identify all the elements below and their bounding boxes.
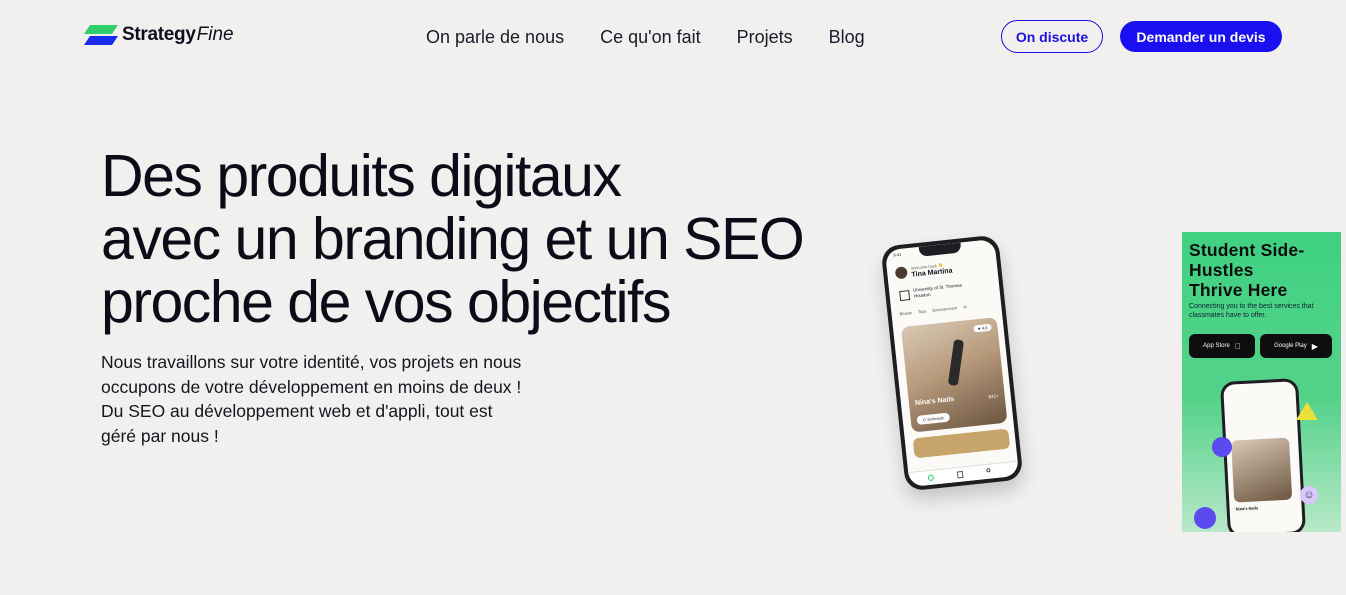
logo-text-strong: Strategy — [122, 24, 196, 45]
hero-subtext: Nous travaillons sur votre identité, vos… — [101, 350, 571, 448]
phone-tab: M — [963, 304, 967, 310]
subtext-line: géré par nous ! — [101, 425, 219, 446]
phone-tab-bar-icons — [927, 468, 991, 481]
nav-link-blog[interactable]: Blog — [829, 27, 865, 48]
phone-time: 9:41 — [893, 251, 902, 258]
phone-tab-bar — [908, 460, 1020, 488]
subtext-line: occupons de votre développement en moins… — [101, 376, 522, 397]
phone-tab: Tops — [917, 308, 927, 315]
nav-link-ce-qu-on-fait[interactable]: Ce qu'on fait — [600, 27, 701, 48]
avatar — [894, 266, 908, 280]
sticker-icon — [1212, 437, 1232, 457]
logo-mark-icon — [84, 25, 118, 45]
ad-phone-card — [1231, 437, 1293, 503]
phone-card-rating: ★ 4.8 — [972, 323, 992, 333]
ad-title-line: Hustles — [1189, 260, 1254, 280]
subtext-line: Du SEO au développement web et d'appli, … — [101, 401, 493, 421]
apple-icon:  — [1235, 342, 1241, 351]
logo[interactable]: Strategy Fine — [84, 24, 234, 46]
phone-card-title: Nina's Nails — [914, 395, 955, 408]
sticker-icon — [1194, 507, 1216, 529]
ad-subtitle: Connecting you to the best services that… — [1189, 302, 1337, 320]
main-nav: On parle de nous Ce qu'on fait Projets B… — [426, 27, 901, 48]
phone-card-pill: ⊙ Schedule — [916, 412, 951, 425]
ad-phone-screen: Nina's Nails — [1223, 381, 1303, 532]
phone-category-tabs: Beauty Tops Entertainment M — [899, 304, 972, 317]
phone-notch — [918, 242, 962, 257]
subtext-line: Nous travaillons sur votre identité, vos… — [101, 352, 522, 372]
ad-phone-name: Nina's Nails — [1235, 505, 1259, 512]
app-store-label: App Store — [1203, 343, 1230, 349]
headline-line: avec un branding et un SEO — [101, 206, 805, 272]
phone-mockup: 9:41 Welcome back 👋 Tina Martina Univers… — [880, 234, 1024, 492]
ad-banner[interactable]: Student Side- Hustles Thrive Here Connec… — [1182, 232, 1341, 532]
smiley-icon: ☺ — [1300, 486, 1318, 504]
phone-next-card — [912, 428, 1011, 459]
ad-title: Student Side- Hustles Thrive Here — [1189, 240, 1339, 300]
google-play-icon: ▶ — [1311, 341, 1318, 351]
phone-tab: Entertainment — [932, 305, 958, 313]
ad-subtitle-line: classmates have to offer. — [1189, 312, 1267, 319]
ad-phone-mockup: Nina's Nails — [1219, 378, 1307, 532]
headline-line: Des produits digitaux — [101, 143, 622, 209]
phone-screen: 9:41 Welcome back 👋 Tina Martina Univers… — [884, 238, 1020, 488]
phone-tab: Beauty — [899, 309, 913, 317]
logo-text-italic: Fine — [196, 24, 234, 45]
app-store-button[interactable]: App Store  — [1189, 334, 1255, 358]
profile-icon — [986, 468, 991, 473]
university-icon — [899, 290, 911, 302]
nail-tool-image — [947, 339, 965, 387]
phone-card-price: $45+ — [988, 393, 999, 400]
ad-title-line: Student Side- — [1189, 240, 1305, 260]
on-discute-button[interactable]: On discute — [1001, 20, 1103, 53]
phone-university: University of St. Thomas Houston — [912, 282, 963, 299]
phone-service-card: ★ 4.8 Nina's Nails $45+ ⊙ Schedule — [900, 317, 1008, 433]
hero-headline: Des produits digitaux avec un branding e… — [101, 143, 805, 335]
demander-un-devis-button[interactable]: Demander un devis — [1120, 21, 1282, 52]
home-icon — [927, 474, 934, 481]
headline-line: proche de vos objectifs — [101, 269, 671, 335]
google-play-label: Google Play — [1274, 343, 1307, 349]
google-play-button[interactable]: Google Play ▶ — [1260, 334, 1332, 358]
bag-icon — [956, 471, 964, 479]
nav-link-on-parle-de-nous[interactable]: On parle de nous — [426, 27, 564, 48]
nav-link-projets[interactable]: Projets — [737, 27, 793, 48]
ad-title-line: Thrive Here — [1189, 280, 1288, 300]
ad-subtitle-line: Connecting you to the best services that — [1189, 303, 1314, 310]
